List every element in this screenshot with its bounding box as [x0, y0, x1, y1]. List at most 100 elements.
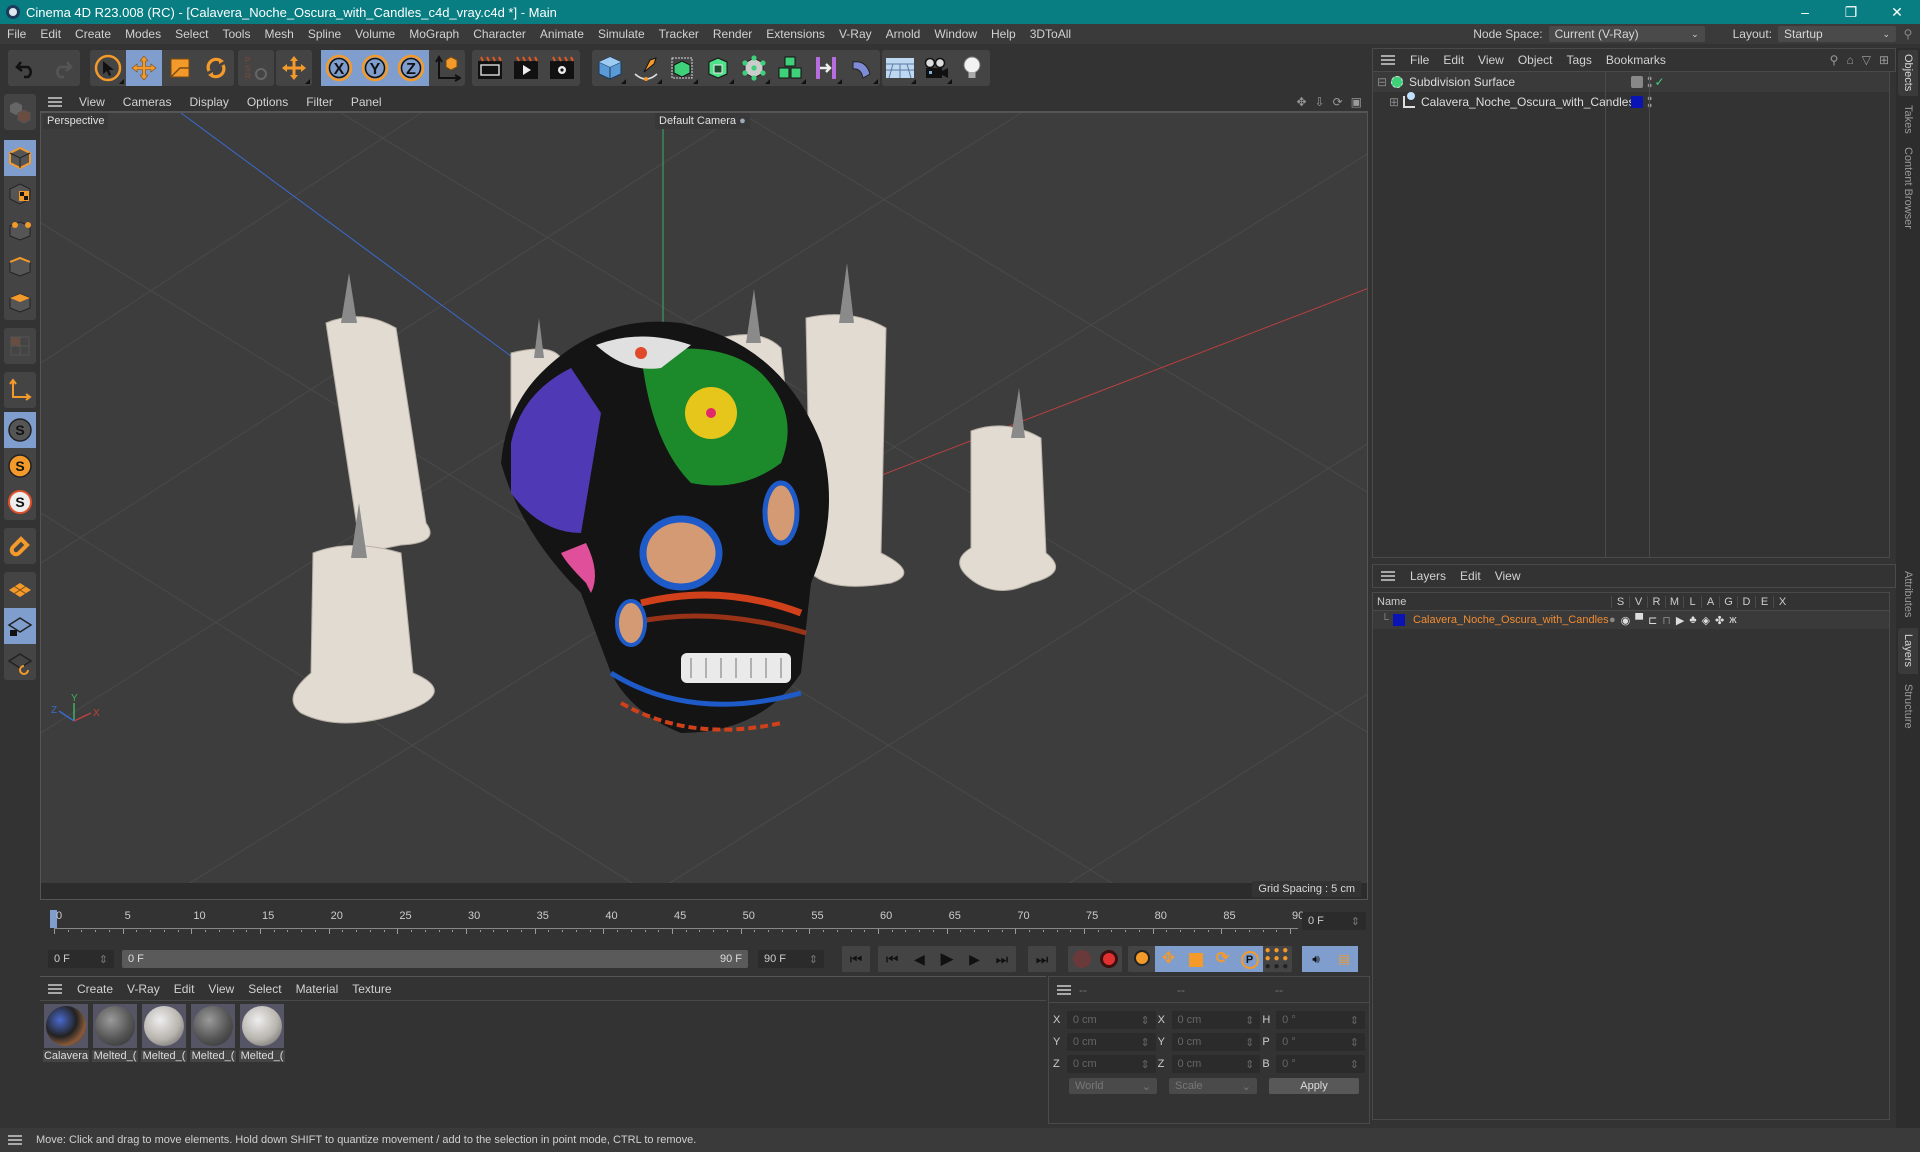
live-selection-button[interactable] [90, 50, 126, 86]
layer-row[interactable]: └ Calavera_Noche_Oscura_with_Candles ● ◉… [1373, 611, 1889, 629]
frame-range-slider[interactable]: 0 F 90 F [122, 950, 748, 968]
generators-flag-icon[interactable]: ♣ [1689, 614, 1696, 627]
material-menu-create[interactable]: Create [70, 982, 120, 996]
material-menu-icon[interactable] [48, 983, 62, 994]
menu-character[interactable]: Character [466, 27, 533, 41]
next-key-icon[interactable]: ⏭ [996, 951, 1009, 968]
scale-key-icon[interactable] [1182, 946, 1209, 972]
manager-flag-icon[interactable]: ⊏ [1648, 614, 1657, 627]
material-item[interactable]: Melted_( [238, 1004, 286, 1062]
x-axis-button[interactable]: X [321, 50, 357, 86]
material-menu-edit[interactable]: Edit [167, 982, 202, 996]
menu-tools[interactable]: Tools [215, 27, 257, 41]
object-menu-file[interactable]: File [1403, 53, 1436, 67]
next-frame-icon[interactable]: ▶ [969, 951, 980, 968]
subdivision-surface-button[interactable] [664, 50, 700, 86]
material-item[interactable]: Melted_( [91, 1004, 139, 1062]
point-level-icon[interactable]: ● ● ● ● ● ● ● ● ● [1263, 946, 1290, 972]
material-menu-material[interactable]: Material [289, 982, 346, 996]
rotation-h-field[interactable]: 0 ° ⇕ [1276, 1011, 1366, 1029]
keyframe-selection-icon[interactable] [1128, 949, 1155, 969]
render-picture-viewer-button[interactable] [508, 50, 544, 86]
material-preview[interactable] [93, 1004, 137, 1048]
layer-column-name[interactable]: Name [1373, 596, 1611, 608]
apply-button[interactable]: Apply [1269, 1078, 1359, 1094]
object-menu-edit[interactable]: Edit [1436, 53, 1471, 67]
menu-mesh[interactable]: Mesh [257, 27, 300, 41]
coordinates-menu-icon[interactable] [1057, 984, 1071, 995]
timeline-icon[interactable]: ▤ [1330, 946, 1358, 972]
rotation-b-field[interactable]: 0 ° ⇕ [1276, 1055, 1366, 1073]
mograph-cloner-button[interactable] [736, 50, 772, 86]
locked-workplane-button[interactable] [4, 608, 36, 644]
viewport-menu-display[interactable]: Display [180, 95, 237, 109]
menu-file[interactable]: File [0, 27, 33, 41]
tab-objects[interactable]: Objects [1898, 50, 1918, 96]
tab-layers[interactable]: Layers [1898, 628, 1918, 674]
node-space-dropdown[interactable]: Current (V-Ray) ⌄ [1548, 26, 1705, 42]
menu-volume[interactable]: Volume [348, 27, 402, 41]
viewport-menu-options[interactable]: Options [238, 95, 297, 109]
previous-key-icon[interactable]: ⏮ [886, 951, 899, 968]
material-item[interactable]: Melted_( [140, 1004, 188, 1062]
maximize-view-icon[interactable]: ▣ [1351, 95, 1362, 109]
tab-attributes[interactable]: Attributes [1898, 562, 1918, 626]
filter-icon[interactable]: ▽ [1862, 53, 1871, 67]
restore-button[interactable]: ❐ [1828, 4, 1874, 21]
size-z-field[interactable]: 0 cm ⇕ [1171, 1055, 1261, 1073]
layer-menu-edit[interactable]: Edit [1453, 569, 1488, 583]
material-menu-v-ray[interactable]: V-Ray [120, 982, 167, 996]
viewport-menu-icon[interactable] [48, 96, 62, 107]
edit-flag-icon[interactable] [1631, 76, 1643, 88]
model-mode-button[interactable] [4, 140, 36, 176]
layer-column-d[interactable]: D [1737, 595, 1755, 608]
collapse-icon[interactable]: ⊟ [1377, 75, 1391, 89]
layer-column-a[interactable]: A [1701, 595, 1719, 608]
uv-mode-button[interactable] [4, 328, 36, 364]
go-to-start-button[interactable]: ⏮ [842, 946, 870, 972]
floor-button[interactable] [882, 50, 918, 86]
axis-mode-button[interactable] [4, 372, 36, 408]
object-menu-view[interactable]: View [1471, 53, 1511, 67]
status-menu-icon[interactable] [8, 1135, 22, 1145]
make-editable-button[interactable] [4, 94, 36, 130]
menu-3dtoall[interactable]: 3DToAll [1023, 27, 1078, 41]
xref-flag-icon[interactable]: ж [1729, 614, 1736, 627]
object-menu-object[interactable]: Object [1511, 53, 1560, 67]
material-item[interactable]: Calavera [42, 1004, 90, 1062]
coordinate-space-dropdown[interactable]: World ⌄ [1069, 1078, 1157, 1094]
solo-single-button[interactable]: S [4, 448, 36, 484]
expressions-flag-icon[interactable]: ✤ [1715, 614, 1724, 627]
solo-off-button[interactable]: S [4, 412, 36, 448]
object-menu-bookmarks[interactable]: Bookmarks [1599, 53, 1673, 67]
current-frame-field[interactable]: 0 F ⇕ [1302, 912, 1366, 930]
menu-v-ray[interactable]: V-Ray [832, 27, 879, 41]
minimize-button[interactable]: – [1782, 4, 1828, 20]
go-to-end-button[interactable]: ⏭ [1028, 946, 1056, 972]
home-icon[interactable]: ⌂ [1846, 53, 1853, 67]
menu-animate[interactable]: Animate [533, 27, 591, 41]
coordinate-system-button[interactable] [429, 50, 465, 86]
z-axis-button[interactable]: Z [393, 50, 429, 86]
layer-menu-layers[interactable]: Layers [1403, 569, 1453, 583]
layer-color-swatch[interactable] [1631, 96, 1643, 108]
viewport-menu-cameras[interactable]: Cameras [114, 95, 181, 109]
material-menu-select[interactable]: Select [241, 982, 288, 996]
layer-column-r[interactable]: R [1647, 595, 1665, 608]
parameter-key-icon[interactable]: P [1236, 946, 1263, 972]
coordinate-mode-dropdown[interactable]: Scale ⌄ [1169, 1078, 1257, 1094]
camera-button[interactable] [918, 50, 954, 86]
material-preview[interactable] [240, 1004, 284, 1048]
deformers-flag-icon[interactable]: ◈ [1702, 614, 1710, 627]
end-frame-field[interactable]: 90 F ⇕ [758, 950, 824, 968]
solo-flag-icon[interactable]: ● [1609, 614, 1616, 627]
view-flag-icon[interactable]: ◉ [1621, 614, 1631, 627]
move-view-icon[interactable]: ✥ [1296, 95, 1306, 109]
rotate-view-icon[interactable]: ⟳ [1333, 95, 1343, 109]
layer-menu-view[interactable]: View [1488, 569, 1528, 583]
position-key-icon[interactable]: ✥ [1155, 946, 1182, 972]
render-flag-icon[interactable]: ▀ [1635, 614, 1643, 627]
psr-button[interactable]: PSR [238, 50, 274, 86]
menu-extensions[interactable]: Extensions [759, 27, 832, 41]
rotate-tool-button[interactable] [198, 50, 234, 86]
